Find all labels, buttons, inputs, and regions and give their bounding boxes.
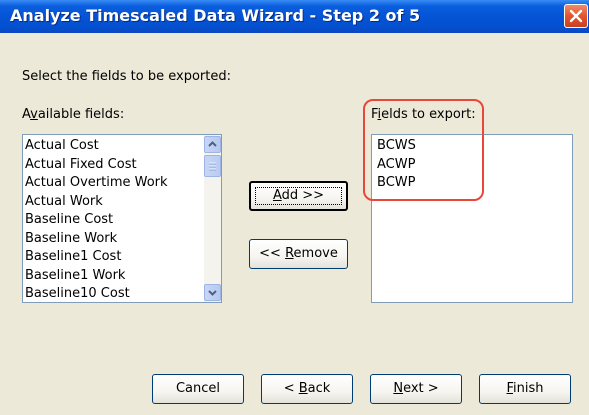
grip-icon	[209, 162, 216, 171]
list-item[interactable]: Baseline10 Cost	[23, 285, 221, 302]
cancel-button[interactable]: Cancel	[152, 374, 244, 404]
list-item[interactable]: BCWS	[375, 137, 572, 156]
next-button[interactable]: Next >	[370, 374, 462, 404]
available-fields-label: Available fields:	[22, 107, 125, 122]
list-item[interactable]: ACWP	[375, 156, 572, 175]
remove-button[interactable]: << Remove	[249, 239, 348, 269]
scroll-up-button[interactable]	[204, 136, 221, 153]
list-item[interactable]: Actual Work	[23, 193, 221, 212]
add-button-label: Add >>	[272, 188, 325, 203]
list-item[interactable]: Actual Cost	[23, 137, 221, 156]
list-item[interactable]: BCWP	[375, 174, 572, 193]
list-item[interactable]: Baseline1 Cost	[23, 248, 221, 267]
wizard-dialog: Analyze Timescaled Data Wizard - Step 2 …	[0, 0, 589, 415]
arrow-down-icon	[208, 290, 217, 296]
arrow-up-icon	[208, 141, 217, 147]
instruction-text: Select the fields to be exported:	[22, 69, 231, 84]
close-icon	[569, 9, 583, 23]
back-button[interactable]: < Back	[261, 374, 353, 404]
title-bar[interactable]: Analyze Timescaled Data Wizard - Step 2 …	[0, 0, 589, 33]
remove-button-label: << Remove	[259, 246, 338, 261]
list-item[interactable]: Baseline Cost	[23, 211, 221, 230]
close-button[interactable]	[564, 4, 588, 28]
scroll-down-button[interactable]	[204, 284, 221, 301]
back-button-label: < Back	[283, 381, 331, 396]
finish-button-label: Finish	[506, 381, 544, 396]
window-title: Analyze Timescaled Data Wizard - Step 2 …	[10, 6, 421, 25]
scroll-thumb[interactable]	[204, 155, 221, 177]
available-fields-list[interactable]: Actual Cost Actual Fixed Cost Actual Overt…	[22, 134, 222, 303]
list-item[interactable]: Actual Overtime Work	[23, 174, 221, 193]
fields-to-export-items: BCWS ACWP BCWP	[372, 135, 572, 193]
available-fields-items: Actual Cost Actual Fixed Cost Actual Overt…	[23, 135, 221, 302]
next-button-label: Next >	[393, 381, 439, 396]
fields-to-export-label: Fields to export:	[371, 107, 476, 122]
finish-button[interactable]: Finish	[479, 374, 571, 404]
fields-to-export-list[interactable]: BCWS ACWP BCWP	[371, 134, 573, 303]
add-button[interactable]: Add >>	[249, 181, 348, 211]
list-item[interactable]: Baseline1 Work	[23, 267, 221, 286]
list-item[interactable]: Baseline Work	[23, 230, 221, 249]
list-item[interactable]: Actual Fixed Cost	[23, 156, 221, 175]
available-fields-scrollbar[interactable]	[204, 135, 221, 302]
